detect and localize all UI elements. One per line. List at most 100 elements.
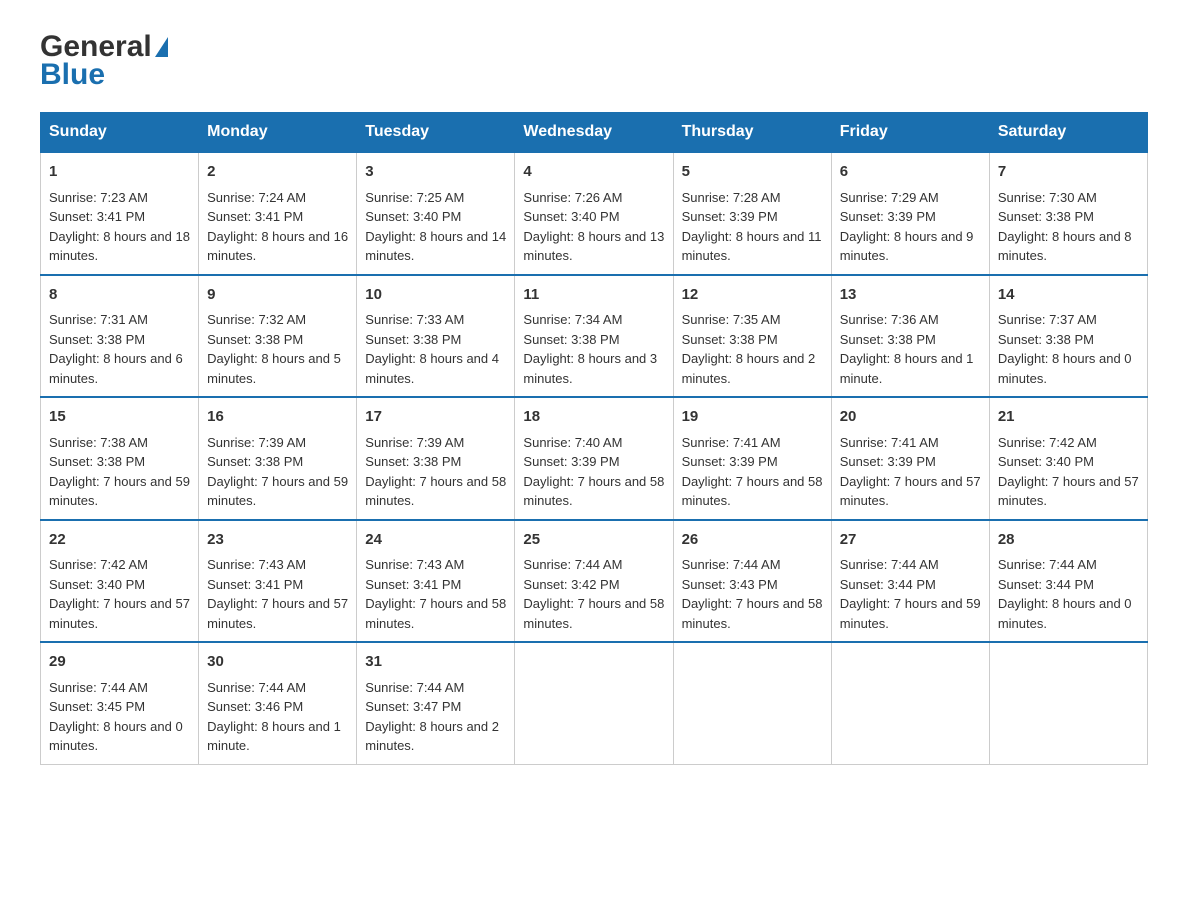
day-number: 11 [523,284,664,307]
day-number: 18 [523,406,664,429]
week-row-5: 29 Sunrise: 7:44 AMSunset: 3:45 PMDayligh… [41,642,1148,764]
day-number: 6 [840,161,981,184]
day-info: Sunrise: 7:33 AMSunset: 3:38 PMDaylight:… [365,312,499,386]
calendar-cell: 2Sunrise: 7:24 AMSunset: 3:41 PMDaylight… [199,152,357,275]
logo: General Blue [40,30,168,92]
calendar-cell: 30 Sunrise: 7:44 AMSunset: 3:46 PMDayligh… [199,642,357,764]
calendar-cell: 15 Sunrise: 7:38 AMSunset: 3:38 PMDayligh… [41,397,199,520]
calendar-cell: 18 Sunrise: 7:40 AMSunset: 3:39 PMDayligh… [515,397,673,520]
day-number: 7 [998,161,1139,184]
logo-triangle-icon [155,37,168,57]
day-number: 13 [840,284,981,307]
week-row-1: 1 Sunrise: 7:23 AMSunset: 3:41 PMDaylight… [41,152,1148,275]
calendar-cell [831,642,989,764]
day-info: Sunrise: 7:28 AMSunset: 3:39 PMDaylight:… [682,190,822,264]
day-info: Sunrise: 7:44 AMSunset: 3:44 PMDaylight:… [840,557,981,631]
day-number: 25 [523,529,664,552]
day-header-sunday: Sunday [41,113,199,153]
day-number: 5 [682,161,823,184]
calendar-cell: 28Sunrise: 7:44 AMSunset: 3:44 PMDayligh… [989,520,1147,643]
day-number: 4 [523,161,664,184]
day-info: Sunrise: 7:44 AMSunset: 3:43 PMDaylight:… [682,557,823,631]
calendar-cell: 6 Sunrise: 7:29 AMSunset: 3:39 PMDaylight… [831,152,989,275]
calendar-cell: 9 Sunrise: 7:32 AMSunset: 3:38 PMDaylight… [199,275,357,398]
calendar-cell: 16Sunrise: 7:39 AMSunset: 3:38 PMDayligh… [199,397,357,520]
day-header-wednesday: Wednesday [515,113,673,153]
calendar-cell: 20 Sunrise: 7:41 AMSunset: 3:39 PMDayligh… [831,397,989,520]
calendar-cell: 31 Sunrise: 7:44 AMSunset: 3:47 PMDayligh… [357,642,515,764]
day-number: 28 [998,529,1139,552]
day-info: Sunrise: 7:26 AMSunset: 3:40 PMDaylight:… [523,190,664,264]
day-info: Sunrise: 7:25 AMSunset: 3:40 PMDaylight:… [365,190,506,264]
day-info: Sunrise: 7:42 AMSunset: 3:40 PMDaylight:… [49,557,190,631]
day-number: 9 [207,284,348,307]
day-info: Sunrise: 7:29 AMSunset: 3:39 PMDaylight:… [840,190,974,264]
calendar-cell [989,642,1147,764]
day-number: 3 [365,161,506,184]
day-number: 1 [49,161,190,184]
day-info: Sunrise: 7:41 AMSunset: 3:39 PMDaylight:… [682,435,823,509]
day-info: Sunrise: 7:23 AMSunset: 3:41 PMDaylight:… [49,190,190,264]
day-info: Sunrise: 7:39 AMSunset: 3:38 PMDaylight:… [365,435,506,509]
day-header-tuesday: Tuesday [357,113,515,153]
calendar-cell: 7 Sunrise: 7:30 AMSunset: 3:38 PMDaylight… [989,152,1147,275]
day-number: 21 [998,406,1139,429]
day-info: Sunrise: 7:36 AMSunset: 3:38 PMDaylight:… [840,312,974,386]
calendar-table: SundayMondayTuesdayWednesdayThursdayFrid… [40,112,1148,765]
calendar-cell: 17Sunrise: 7:39 AMSunset: 3:38 PMDayligh… [357,397,515,520]
day-number: 30 [207,651,348,674]
week-row-2: 8 Sunrise: 7:31 AMSunset: 3:38 PMDaylight… [41,275,1148,398]
day-number: 8 [49,284,190,307]
calendar-cell: 26 Sunrise: 7:44 AMSunset: 3:43 PMDayligh… [673,520,831,643]
calendar-cell: 25 Sunrise: 7:44 AMSunset: 3:42 PMDayligh… [515,520,673,643]
calendar-cell: 13 Sunrise: 7:36 AMSunset: 3:38 PMDayligh… [831,275,989,398]
calendar-cell: 10 Sunrise: 7:33 AMSunset: 3:38 PMDayligh… [357,275,515,398]
calendar-cell [673,642,831,764]
day-number: 16 [207,406,348,429]
day-number: 19 [682,406,823,429]
calendar-cell: 24 Sunrise: 7:43 AMSunset: 3:41 PMDayligh… [357,520,515,643]
day-number: 10 [365,284,506,307]
day-info: Sunrise: 7:34 AMSunset: 3:38 PMDaylight:… [523,312,657,386]
day-info: Sunrise: 7:43 AMSunset: 3:41 PMDaylight:… [207,557,348,631]
day-info: Sunrise: 7:43 AMSunset: 3:41 PMDaylight:… [365,557,506,631]
day-info: Sunrise: 7:31 AMSunset: 3:38 PMDaylight:… [49,312,183,386]
day-info: Sunrise: 7:30 AMSunset: 3:38 PMDaylight:… [998,190,1132,264]
day-number: 27 [840,529,981,552]
calendar-cell: 5 Sunrise: 7:28 AMSunset: 3:39 PMDaylight… [673,152,831,275]
logo-blue-text: Blue [40,58,168,92]
day-info: Sunrise: 7:38 AMSunset: 3:38 PMDaylight:… [49,435,190,509]
day-number: 24 [365,529,506,552]
day-number: 29 [49,651,190,674]
day-info: Sunrise: 7:44 AMSunset: 3:45 PMDaylight:… [49,680,183,754]
day-info: Sunrise: 7:44 AMSunset: 3:47 PMDaylight:… [365,680,499,754]
calendar-cell: 21 Sunrise: 7:42 AMSunset: 3:40 PMDayligh… [989,397,1147,520]
day-info: Sunrise: 7:40 AMSunset: 3:39 PMDaylight:… [523,435,664,509]
day-header-monday: Monday [199,113,357,153]
page-header: General Blue [40,30,1148,92]
day-number: 23 [207,529,348,552]
calendar-cell: 8 Sunrise: 7:31 AMSunset: 3:38 PMDaylight… [41,275,199,398]
calendar-cell: 1 Sunrise: 7:23 AMSunset: 3:41 PMDaylight… [41,152,199,275]
day-info: Sunrise: 7:41 AMSunset: 3:39 PMDaylight:… [840,435,981,509]
day-number: 20 [840,406,981,429]
calendar-cell: 27 Sunrise: 7:44 AMSunset: 3:44 PMDayligh… [831,520,989,643]
calendar-cell: 3 Sunrise: 7:25 AMSunset: 3:40 PMDaylight… [357,152,515,275]
day-number: 12 [682,284,823,307]
calendar-cell: 23 Sunrise: 7:43 AMSunset: 3:41 PMDayligh… [199,520,357,643]
day-info: Sunrise: 7:24 AMSunset: 3:41 PMDaylight:… [207,190,348,264]
calendar-cell [515,642,673,764]
day-info: Sunrise: 7:42 AMSunset: 3:40 PMDaylight:… [998,435,1139,509]
day-number: 15 [49,406,190,429]
calendar-cell: 4 Sunrise: 7:26 AMSunset: 3:40 PMDaylight… [515,152,673,275]
day-info: Sunrise: 7:44 AMSunset: 3:42 PMDaylight:… [523,557,664,631]
calendar-cell: 19 Sunrise: 7:41 AMSunset: 3:39 PMDayligh… [673,397,831,520]
day-info: Sunrise: 7:32 AMSunset: 3:38 PMDaylight:… [207,312,341,386]
day-info: Sunrise: 7:44 AMSunset: 3:46 PMDaylight:… [207,680,341,754]
day-number: 14 [998,284,1139,307]
day-number: 26 [682,529,823,552]
day-number: 31 [365,651,506,674]
day-header-friday: Friday [831,113,989,153]
calendar-cell: 14Sunrise: 7:37 AMSunset: 3:38 PMDayligh… [989,275,1147,398]
day-number: 22 [49,529,190,552]
